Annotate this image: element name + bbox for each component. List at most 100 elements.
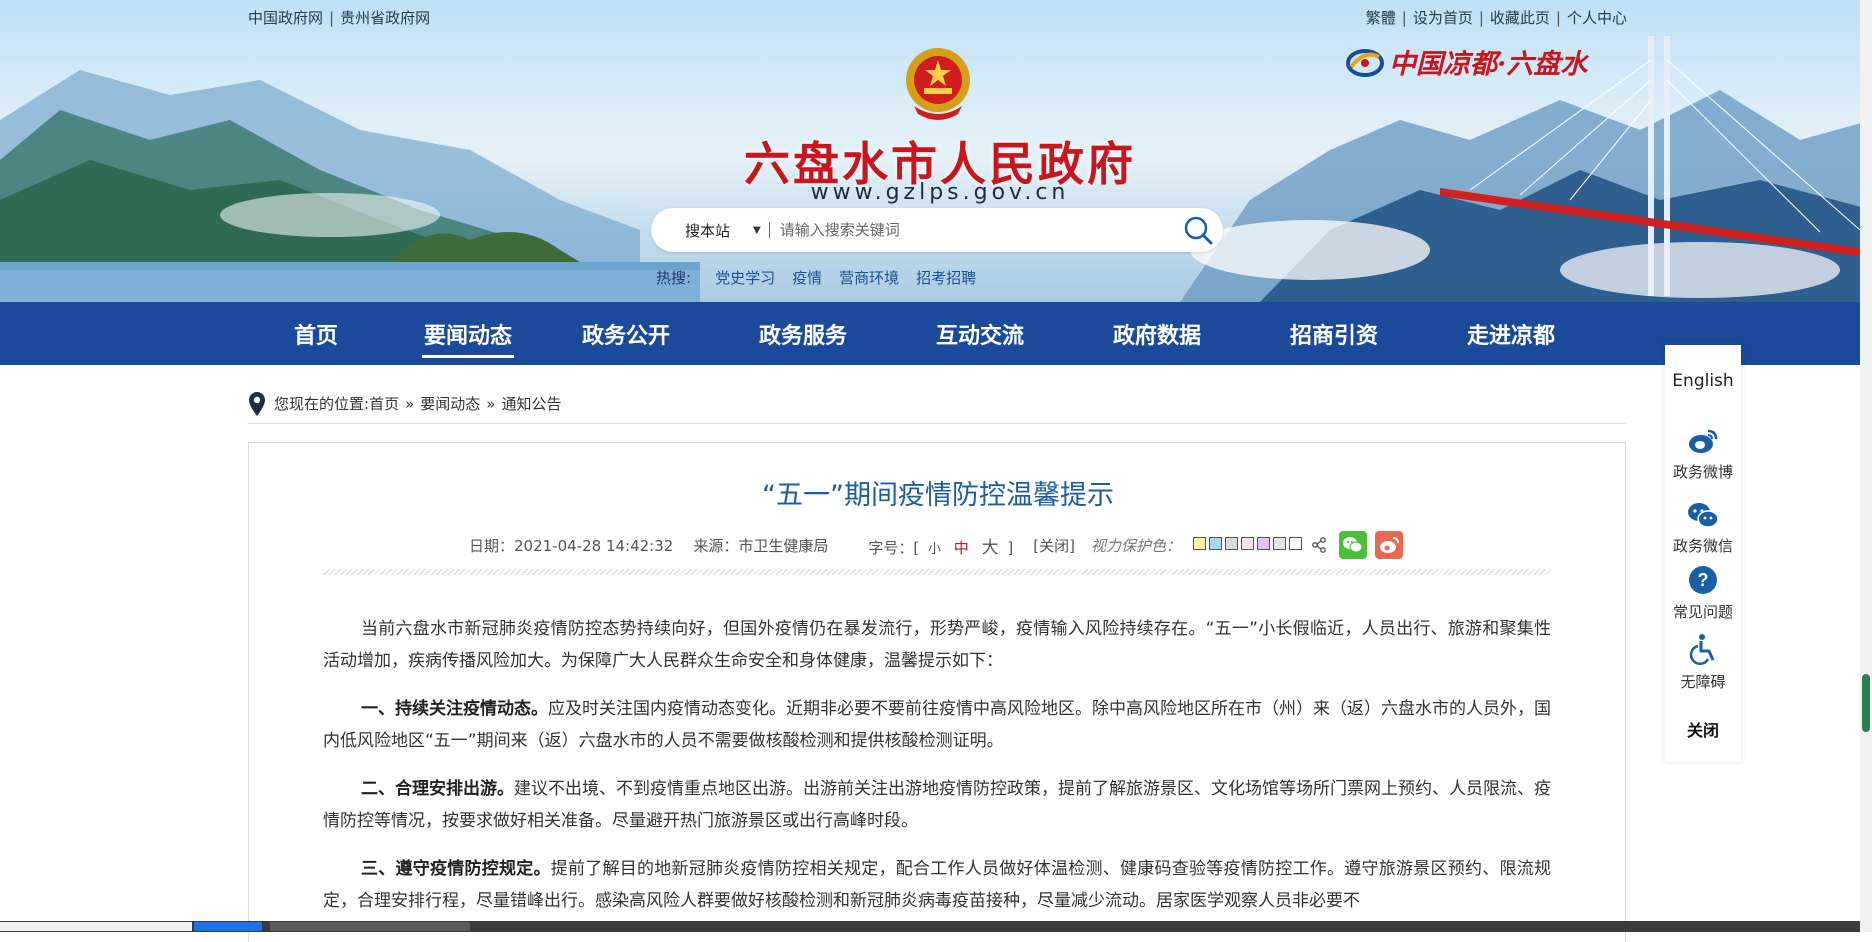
float-item-label: 政务微博 (1672, 463, 1733, 481)
eye-protection-label: 视力保护色： (1090, 536, 1181, 555)
bracket: ] (1007, 538, 1014, 557)
weibo-icon (1379, 537, 1399, 553)
float-item-label: 常见问题 (1672, 603, 1733, 621)
english-link[interactable]: English (1665, 371, 1741, 391)
topbar-left-links: 中国政府网 | 贵州省政府网 (248, 7, 430, 28)
weibo-icon (1689, 429, 1718, 453)
vertical-scrollbar[interactable] (1860, 0, 1872, 932)
nav-services[interactable]: 政务服务 (735, 302, 871, 365)
share-weibo-button[interactable] (1374, 531, 1403, 559)
header-banner: 中国政府网 | 贵州省政府网 繁體 | 设为首页 | 收藏此页 | 个人中心 六盘水市人民政府 … (0, 0, 1872, 302)
strip-segment (0, 922, 192, 931)
breadcrumb-notices[interactable]: 通知公告 (501, 393, 561, 414)
float-item-weibo[interactable]: 政务微博 (1665, 427, 1741, 482)
float-close-button[interactable]: 关闭 (1665, 717, 1741, 741)
float-item-label: 无障碍 (1680, 673, 1726, 691)
nav-interaction[interactable]: 互动交流 (912, 302, 1048, 365)
article-title: “五一”期间疫情防控温馨提示 (762, 480, 1114, 511)
question-icon: ? (1689, 566, 1717, 594)
link-personal-center[interactable]: 个人中心 (1567, 9, 1627, 27)
nav-gov-affairs[interactable]: 政务公开 (558, 302, 694, 365)
search-icon (1184, 216, 1213, 245)
article-paragraph: 一、持续关注疫情动态。应及时关注国内疫情动态变化。近期非必要不要前往疫情中高风险… (323, 693, 1551, 757)
topbar-right-links: 繁體 | 设为首页 | 收藏此页 | 个人中心 (1366, 7, 1627, 28)
hot-word-recruitment[interactable]: 招考招聘 (916, 267, 976, 288)
link-traditional-chinese[interactable]: 繁體 (1366, 9, 1396, 27)
eye-protection-swatch[interactable] (1240, 537, 1254, 550)
link-china-gov[interactable]: 中国政府网 (248, 9, 323, 27)
close-page-link[interactable]: [关闭] (1033, 535, 1075, 556)
font-large-button[interactable]: 大 (982, 538, 999, 558)
brand-mark-icon (1346, 48, 1384, 77)
font-small-button[interactable]: 小 (928, 542, 941, 557)
wechat-icon (1342, 537, 1363, 553)
site-url: www.gzlps.gov.cn (810, 180, 1070, 205)
hot-search-label: 热搜: (656, 269, 692, 287)
search-scope-select[interactable]: 搜本站 (651, 220, 753, 241)
separator: | (1401, 9, 1407, 27)
svg-text:?: ? (1698, 570, 1709, 590)
float-item-accessibility[interactable]: 无障碍 (1665, 633, 1741, 692)
search-bar: 搜本站 ▼ (651, 208, 1223, 252)
bracket: [ (913, 538, 920, 557)
search-button[interactable] (1173, 208, 1223, 252)
font-medium-button[interactable]: 中 (954, 539, 969, 557)
eye-protection-swatches (1192, 536, 1305, 554)
breadcrumb-news[interactable]: 要闻动态 (420, 393, 480, 414)
eye-protection-swatch[interactable] (1224, 537, 1238, 550)
nav-gov-data[interactable]: 政府数据 (1089, 302, 1225, 365)
breadcrumb-separator: » (486, 394, 496, 413)
strip-segment (270, 922, 470, 931)
float-item-label: 政务微信 (1672, 537, 1733, 555)
side-float-panel: English 政务微博 政务微信 ? 常见问题 无障碍 关闭 (1665, 342, 1741, 762)
article-paragraph: 二、合理安排出游。建议不出境、不到疫情重点地区出游。出游前关注出游地疫情防控政策… (323, 773, 1551, 837)
title-divider (323, 569, 1551, 575)
chevron-down-icon[interactable]: ▼ (753, 225, 761, 236)
link-guizhou-gov[interactable]: 贵州省政府网 (340, 9, 430, 27)
article-paragraph: 三、遵守疫情防控规定。提前了解目的地新冠肺炎疫情防控相关规定，配合工作人员做好体… (323, 853, 1551, 917)
paragraph-lead: 二、合理安排出游。 (361, 779, 514, 799)
main-nav: 首页 要闻动态 政务公开 政务服务 互动交流 政府数据 招商引资 走进凉都 (0, 302, 1872, 365)
eye-protection-swatch[interactable] (1256, 537, 1270, 550)
paragraph-text: 当前六盘水市新冠肺炎疫情防控态势持续向好，但国外疫情仍在暴发流行，形势严峻，疫情… (323, 619, 1551, 671)
hot-word-party-history[interactable]: 党史学习 (715, 267, 775, 288)
float-item-wechat[interactable]: 政务微信 (1665, 501, 1741, 556)
link-bookmark[interactable]: 收藏此页 (1490, 9, 1550, 27)
search-input[interactable] (779, 221, 1173, 239)
hot-word-epidemic[interactable]: 疫情 (792, 267, 822, 288)
eye-protection-swatch[interactable] (1288, 537, 1302, 550)
paragraph-lead: 一、持续关注疫情动态。 (361, 699, 548, 719)
paragraph-lead: 三、遵守疫情防控规定。 (361, 859, 551, 879)
strip-segment (194, 922, 262, 931)
nav-home[interactable]: 首页 (248, 302, 384, 365)
eye-protection-swatch[interactable] (1272, 537, 1286, 550)
brand-text: 中国凉都·六盘水 (1389, 49, 1588, 80)
divider (768, 222, 770, 238)
eye-protection-swatch[interactable] (1192, 537, 1206, 550)
nav-investment[interactable]: 招商引资 (1266, 302, 1402, 365)
nav-about[interactable]: 走进凉都 (1443, 302, 1579, 365)
hot-search: 热搜: 党史学习 疫情 营商环境 招考招聘 (656, 267, 993, 288)
breadcrumb-home[interactable]: 首页 (369, 393, 399, 414)
float-item-faq[interactable]: ? 常见问题 (1665, 565, 1741, 622)
scrollbar-thumb[interactable] (1862, 674, 1870, 732)
share-icon[interactable] (1311, 537, 1327, 553)
hot-word-business[interactable]: 营商环境 (839, 267, 899, 288)
nav-news[interactable]: 要闻动态 (422, 302, 514, 365)
share-wechat-button[interactable] (1338, 531, 1367, 559)
font-size-control: 字号：[ 小 中 大 ] (868, 533, 1013, 558)
article-panel: “五一”期间疫情防控温馨提示 日期：2021-04-28 14:42:32 来源… (248, 442, 1626, 942)
article-source: 来源：市卫生健康局 (693, 536, 829, 555)
separator: | (1478, 9, 1484, 27)
breadcrumb-separator: » (405, 394, 415, 413)
eye-protection-swatch[interactable] (1208, 537, 1222, 550)
link-set-homepage[interactable]: 设为首页 (1413, 9, 1473, 27)
location-pin-icon (249, 391, 265, 416)
article-meta: 日期：2021-04-28 14:42:32 来源：市卫生健康局 字号：[ 小 … (469, 531, 1411, 559)
national-emblem-icon (906, 48, 970, 120)
separator: | (329, 9, 335, 27)
accessibility-icon (1689, 634, 1715, 665)
article-body: 当前六盘水市新冠肺炎疫情防控态势持续向好，但国外疫情仍在暴发流行，形势严峻，疫情… (323, 613, 1551, 933)
breadcrumb-prefix: 您现在的位置: (274, 395, 370, 413)
article-paragraph: 当前六盘水市新冠肺炎疫情防控态势持续向好，但国外疫情仍在暴发流行，形势严峻，疫情… (323, 613, 1551, 677)
